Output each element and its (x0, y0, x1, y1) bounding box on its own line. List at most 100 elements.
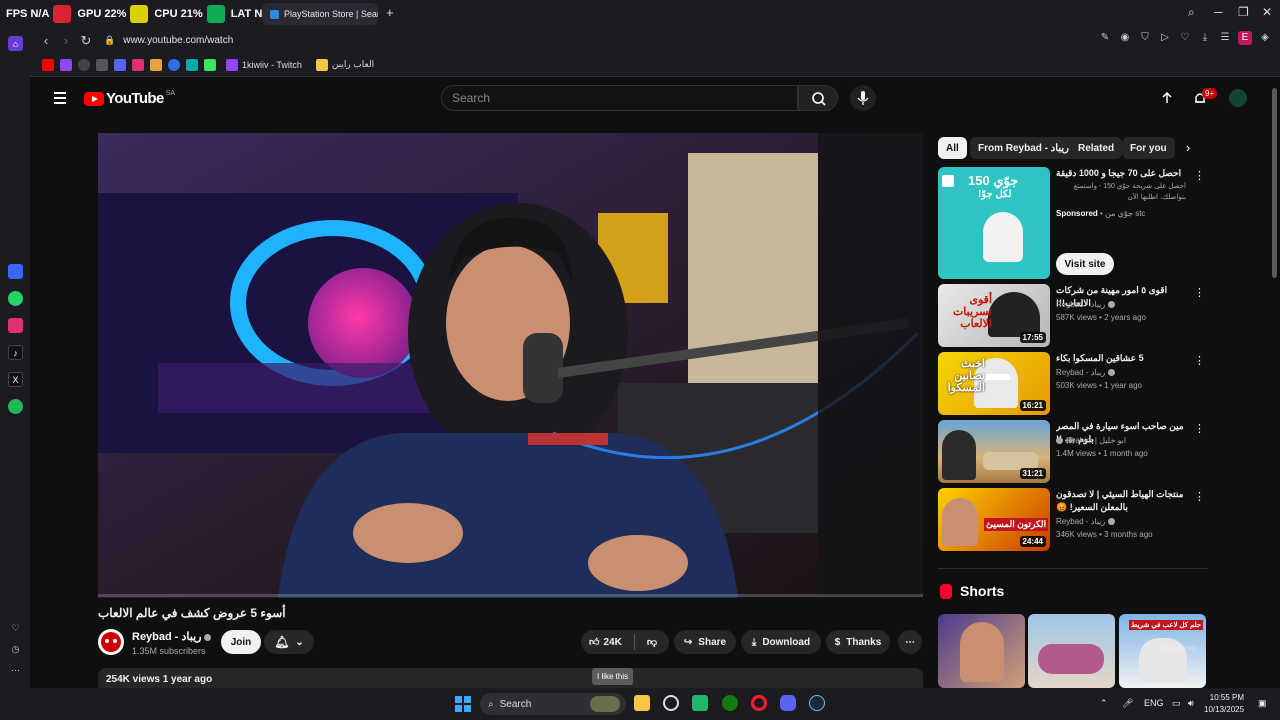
new-tab-button[interactable]: + (386, 5, 394, 20)
language-indicator[interactable]: ENG (1144, 698, 1164, 708)
more-icon[interactable]: ⋯ (8, 663, 23, 678)
instagram-bookmark-icon[interactable] (132, 58, 144, 71)
youtube-logo[interactable]: YouTube SA (84, 90, 175, 107)
share-button[interactable]: ↪ Share (674, 630, 736, 654)
taskbar-search[interactable]: ⌕ Search (480, 693, 626, 715)
chip-for-you[interactable]: For you (1122, 137, 1175, 159)
opera-gx-icon[interactable] (751, 695, 767, 711)
tab-playstation-store[interactable]: PlayStation Store | Search (262, 3, 378, 25)
app-icon[interactable] (663, 695, 679, 711)
bookmark-icon[interactable] (150, 58, 162, 71)
like-dislike-group: 👍︎ 24K 👎︎ (581, 630, 669, 654)
search-button[interactable] (798, 85, 838, 111)
microphone-icon[interactable]: 🎤︎ (1122, 698, 1133, 709)
volume-icon[interactable]: 🔊︎ (1188, 698, 1194, 709)
upload-icon[interactable] (1160, 91, 1174, 105)
visit-site-button[interactable]: Visit site (1056, 253, 1114, 275)
recommended-video[interactable]: اخبث نصابين المسكوا 16:21 5 عشاقين المسك… (938, 352, 1208, 416)
x-icon[interactable]: X (8, 372, 23, 387)
short-thumbnail[interactable] (1028, 614, 1115, 688)
more-options-icon[interactable]: ⋮ (1194, 490, 1205, 503)
download-button[interactable]: ⤓ Download (741, 630, 821, 654)
whatsapp-icon[interactable] (8, 291, 23, 306)
chip-related[interactable]: Related (1070, 137, 1123, 159)
more-options-icon[interactable]: ⋮ (1194, 169, 1205, 182)
notification-center-icon[interactable]: ▣ (1258, 698, 1267, 709)
menu-icon[interactable] (54, 92, 66, 107)
short-thumbnail[interactable] (938, 614, 1025, 688)
url-field[interactable]: 🔒 www.youtube.com/watch (104, 31, 1064, 50)
search-tabs-icon[interactable]: ⌕ (1188, 5, 1195, 20)
app-icon[interactable] (8, 264, 23, 279)
menu-icon[interactable]: ☰ (1218, 31, 1232, 45)
spotify-icon[interactable] (8, 399, 23, 414)
youtube-bookmark-icon[interactable] (42, 58, 54, 71)
channel-avatar[interactable] (98, 629, 124, 655)
kick-bookmark-icon[interactable] (204, 58, 216, 71)
scrollbar-thumb[interactable] (1272, 88, 1277, 278)
shield-icon[interactable]: ⛉ (1138, 31, 1152, 45)
more-actions-button[interactable]: ⋯ (898, 630, 922, 654)
join-button[interactable]: Join (221, 630, 261, 654)
favorite-icon[interactable]: ♡ (1178, 31, 1192, 45)
bookmark-icon[interactable] (168, 58, 180, 71)
sponsored-ad[interactable]: جوّي 150 لكل جوّ! احصل على 70 جيجا و 100… (938, 167, 1208, 279)
like-button[interactable]: 👍︎ 24K (589, 636, 622, 649)
forward-button[interactable]: › (56, 33, 76, 48)
chevron-right-icon[interactable]: › (1186, 140, 1190, 155)
dislike-button[interactable]: 👎︎ (647, 636, 657, 648)
recommended-video[interactable]: الكرتون المسيئ 24:44 منتجات الهياط السيئ… (938, 488, 1208, 552)
subscribed-notification-button[interactable]: 🔔︎ ⌄ (264, 630, 314, 654)
history-icon[interactable]: ◷ (8, 642, 23, 657)
account-avatar[interactable] (1229, 89, 1247, 107)
thanks-button[interactable]: $ Thanks (826, 630, 890, 654)
join-label: Join (230, 636, 252, 648)
clock[interactable]: 10:55 PM 10/13/2025 (1204, 692, 1244, 716)
recommended-video[interactable]: 31:21 مين صاحب اسوء سيارة في المصر بلوم … (938, 420, 1208, 484)
search-input[interactable]: Search (441, 85, 798, 111)
twitch-bookmark-icon[interactable] (60, 58, 72, 71)
more-options-icon[interactable]: ⋮ (1194, 354, 1205, 367)
instagram-icon[interactable] (8, 318, 23, 333)
chip-from-channel[interactable]: From Reybad - ريباد (970, 137, 1077, 159)
discord-icon[interactable] (780, 695, 796, 711)
chip-all[interactable]: All (938, 137, 967, 159)
file-explorer-icon[interactable] (634, 695, 650, 711)
bookmark-twitch-channel[interactable]: 1kiwiiv - Twitch (226, 58, 302, 71)
reload-button[interactable]: ↻ (76, 33, 96, 49)
tab-favicon[interactable] (206, 5, 225, 23)
extensions-icon[interactable]: ◈ (1258, 31, 1272, 45)
back-button[interactable]: ‹ (36, 33, 56, 48)
minimize-button[interactable]: ─ (1214, 5, 1223, 19)
voice-search-button[interactable] (850, 85, 876, 111)
tiktok-icon[interactable]: ♪ (8, 345, 23, 360)
bookmark-games[interactable]: العاب رايبن (315, 58, 374, 71)
screenshot-icon[interactable]: ◉ (1118, 31, 1132, 45)
tab-favicon[interactable] (53, 5, 72, 23)
recommended-video[interactable]: أقوى تسريبات الالعاب 17:55 اقوى ٥ امور م… (938, 284, 1208, 348)
download-icon[interactable]: ⤓ (1198, 31, 1212, 45)
heart-icon[interactable]: ♡ (8, 621, 23, 636)
more-options-icon[interactable]: ⋮ (1194, 422, 1205, 435)
app-icon[interactable] (692, 695, 708, 711)
more-options-icon[interactable]: ⋮ (1194, 286, 1205, 299)
bookmark-icon[interactable] (96, 58, 108, 71)
bookmark-icon[interactable] (78, 58, 90, 71)
xbox-icon[interactable] (722, 695, 738, 711)
edit-icon[interactable]: ✎ (1098, 31, 1112, 45)
close-window-button[interactable]: ✕ (1262, 5, 1272, 19)
video-player[interactable] (98, 133, 923, 598)
channel-name[interactable]: Reybad - ريباد (132, 630, 212, 643)
windows-start-icon[interactable] (455, 696, 471, 712)
maximize-button[interactable]: ❐ (1238, 5, 1249, 19)
steam-icon[interactable] (809, 695, 825, 711)
video-progress-bar[interactable] (98, 594, 923, 597)
play-icon[interactable]: ▷ (1158, 31, 1172, 45)
tab-favicon[interactable] (130, 5, 149, 23)
bookmark-icon[interactable] (186, 58, 198, 71)
profile-avatar[interactable]: E (1238, 31, 1252, 45)
show-hidden-icons[interactable]: ⌃ (1100, 698, 1108, 709)
discord-bookmark-icon[interactable] (114, 58, 126, 71)
network-icon[interactable]: ▭ (1172, 698, 1181, 709)
home-icon[interactable]: ⌂ (8, 36, 23, 51)
